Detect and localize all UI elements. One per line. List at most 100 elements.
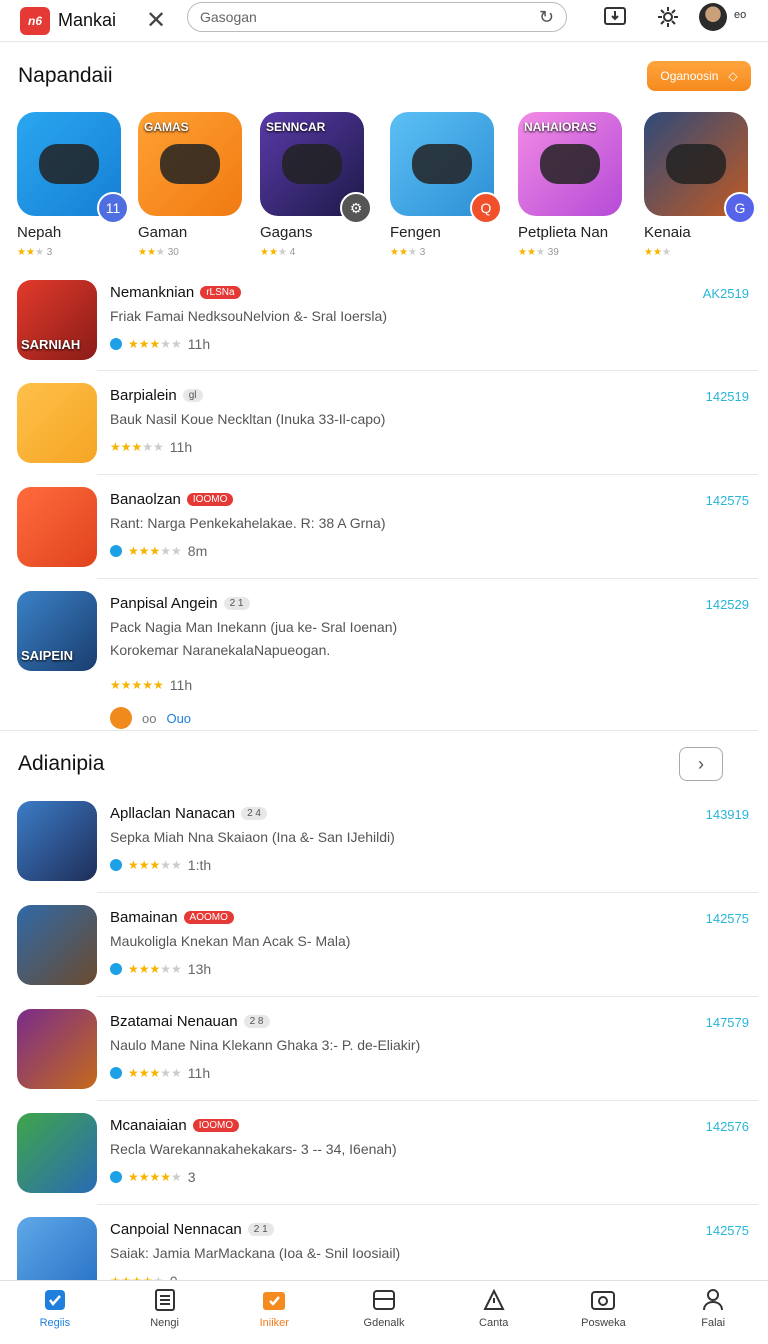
nav-item-label: Falai <box>701 1317 726 1329</box>
app-number: 143919 <box>705 807 749 822</box>
app-icon[interactable] <box>17 487 97 567</box>
nav-item-fire[interactable]: Iniiker <box>219 1281 329 1344</box>
featured-app-icon[interactable]: SENNCAR ⚙ <box>260 112 372 224</box>
featured-app-rating: ★★★ 3 <box>390 247 498 258</box>
app-meta: ★★★★★ 13h <box>110 961 211 977</box>
nav-item-person[interactable]: Falai <box>658 1281 768 1344</box>
featured-app-rating-value: 4 <box>289 247 296 258</box>
nav-item-card[interactable]: Gdenalk <box>329 1281 439 1344</box>
verified-icon <box>110 1067 122 1079</box>
list-item[interactable]: Barpialein gl Bauk Nasil Koue Neckltan (In… <box>0 383 768 473</box>
app-icon[interactable]: SAIPEIN <box>17 591 97 671</box>
avatar[interactable] <box>699 3 727 31</box>
featured-app-badge[interactable]: Q <box>470 192 502 224</box>
featured-app-badge[interactable]: ⚙ <box>340 192 372 224</box>
app-icon[interactable]: SARNIAH <box>17 280 97 360</box>
section-title-featured: Napandaii <box>18 64 113 87</box>
nav-item-list[interactable]: Nengi <box>110 1281 220 1344</box>
app-meta-time: 11h <box>187 1065 211 1081</box>
app-description: Maukoligla Knekan Man Acak S- Mala) <box>110 933 351 949</box>
featured-app-name: Kenaia <box>644 224 691 241</box>
alert-icon <box>481 1287 507 1313</box>
gear-icon[interactable] <box>656 5 680 29</box>
search-input[interactable]: Gasogan ↻ <box>187 2 567 32</box>
app-extra-prefix: oo <box>142 710 157 726</box>
nav-item-check[interactable]: Regiis <box>0 1281 110 1344</box>
app-logo[interactable]: n6 <box>20 6 50 35</box>
star-rating-icon: ★★ <box>644 247 662 258</box>
list-item[interactable]: Mcanaiaian IOOMO Recla Warekannakahekakars… <box>0 1113 768 1203</box>
organize-button[interactable]: Oganoosin ◇ <box>647 61 751 91</box>
divider <box>0 730 758 731</box>
app-tag-badge: 2 4 <box>241 807 267 820</box>
app-tag-badge: 2 1 <box>223 597 250 610</box>
star-rating-icon: ★★ <box>138 247 156 258</box>
app-icon[interactable] <box>17 383 97 463</box>
app-title[interactable]: Apllaclan Nanacan 2 4 <box>110 805 267 822</box>
featured-app-icon[interactable]: 11 <box>17 112 129 224</box>
list-item[interactable]: Apllaclan Nanacan 2 4 Sepka Miah Nna Skaia… <box>0 801 768 891</box>
card-icon <box>371 1287 397 1313</box>
featured-app[interactable]: SENNCAR ⚙ Gagans ★★★ 4 <box>260 112 372 258</box>
app-icon[interactable] <box>17 801 97 881</box>
app-meta: ★★★★★ 11h <box>110 677 192 693</box>
list-item[interactable]: Banaolzan IOOMO Rant: Narga Penkekahelakae… <box>0 487 768 577</box>
app-description: Rant: Narga Penkekahelakae. R: 38 A Grna… <box>110 515 386 531</box>
featured-app-badge[interactable]: G <box>724 192 756 224</box>
featured-app[interactable]: G Kenaia ★★★ <box>644 112 756 258</box>
app-title[interactable]: Bzatamai Nenauan 2 8 <box>110 1013 270 1030</box>
featured-app-icon[interactable]: GAMAS <box>138 112 242 216</box>
nav-item-label: Posweka <box>581 1317 626 1329</box>
featured-app-badge[interactable]: 11 <box>97 192 129 224</box>
featured-app[interactable]: NAHAIORAS Petplieta Nan ★★★ 39 <box>518 112 626 258</box>
featured-app[interactable]: GAMAS Gaman ★★★ 30 <box>138 112 246 258</box>
featured-app-rating-value: 3 <box>46 247 53 258</box>
app-description: Friak Famai NedksouNelvion &- Sral Ioers… <box>110 308 387 324</box>
app-icon[interactable] <box>17 1009 97 1089</box>
fire-icon <box>261 1287 287 1313</box>
app-title[interactable]: Banaolzan IOOMO <box>110 491 234 508</box>
download-box-icon[interactable] <box>603 5 627 29</box>
nav-item-label: Regiis <box>39 1317 71 1329</box>
app-icon[interactable] <box>17 905 97 985</box>
refresh-icon[interactable]: ↻ <box>539 7 554 28</box>
featured-app-icon[interactable]: NAHAIORAS <box>518 112 622 216</box>
nav-item-alert[interactable]: Canta <box>439 1281 549 1344</box>
list-item[interactable]: SAIPEIN Panpisal Angein 2 1 Pack Nagia Man … <box>0 591 768 729</box>
app-title[interactable]: Nemanknian rLSNa <box>110 284 241 301</box>
nav-item-label: Nengi <box>150 1317 179 1329</box>
app-tag-badge: gl <box>182 389 203 402</box>
verified-icon <box>110 545 122 557</box>
featured-app[interactable]: Q Fengen ★★★ 3 <box>390 112 502 258</box>
featured-app-icon[interactable]: G <box>644 112 756 224</box>
see-more-button[interactable]: › <box>679 747 723 781</box>
app-extra-link[interactable]: Ouo <box>166 711 191 726</box>
section-title-apps: Adianipia <box>18 752 105 775</box>
app-meta-time: 3 <box>187 1169 196 1185</box>
app-description: Pack Nagia Man Inekann (jua ke- Sral Ioe… <box>110 619 398 635</box>
nav-item-label: Iniiker <box>259 1317 289 1329</box>
app-description: Naulo Mane Nina Klekann Ghaka 3:- P. de-… <box>110 1037 421 1053</box>
app-title-text: Bzatamai Nenauan <box>110 1013 238 1030</box>
featured-app[interactable]: 11 Nepah ★★★ 3 <box>17 112 129 258</box>
divider <box>97 1204 758 1205</box>
app-title[interactable]: Bamainan AOOMO <box>110 909 234 926</box>
star-rating-empty-icon: ★ <box>661 247 671 258</box>
gamepad-icon <box>160 144 220 184</box>
featured-app-icon[interactable]: Q <box>390 112 502 224</box>
app-icon[interactable] <box>17 1113 97 1193</box>
app-title-text: Banaolzan <box>110 491 181 508</box>
list-item[interactable]: Bzatamai Nenauan 2 8 Naulo Mane Nina Kleka… <box>0 1009 768 1099</box>
app-title[interactable]: Panpisal Angein 2 1 <box>110 595 250 612</box>
app-title[interactable]: Barpialein gl <box>110 387 203 404</box>
avatar-label: eo <box>734 9 747 21</box>
app-title[interactable]: Mcanaiaian IOOMO <box>110 1117 240 1134</box>
app-title[interactable]: Canpoial Nennacan 2 1 <box>110 1221 274 1238</box>
nav-item-camera[interactable]: Posweka <box>549 1281 659 1344</box>
gamepad-icon <box>282 144 342 184</box>
featured-app-rating: ★★★ <box>644 247 752 258</box>
list-item[interactable]: SARNIAH Nemanknian rLSNa Friak Famai Nedkso… <box>0 280 768 370</box>
close-icon[interactable]: ✕ <box>144 8 168 33</box>
app-title-text: Bamainan <box>110 909 178 926</box>
list-item[interactable]: Bamainan AOOMO Maukoligla Knekan Man Acak … <box>0 905 768 995</box>
